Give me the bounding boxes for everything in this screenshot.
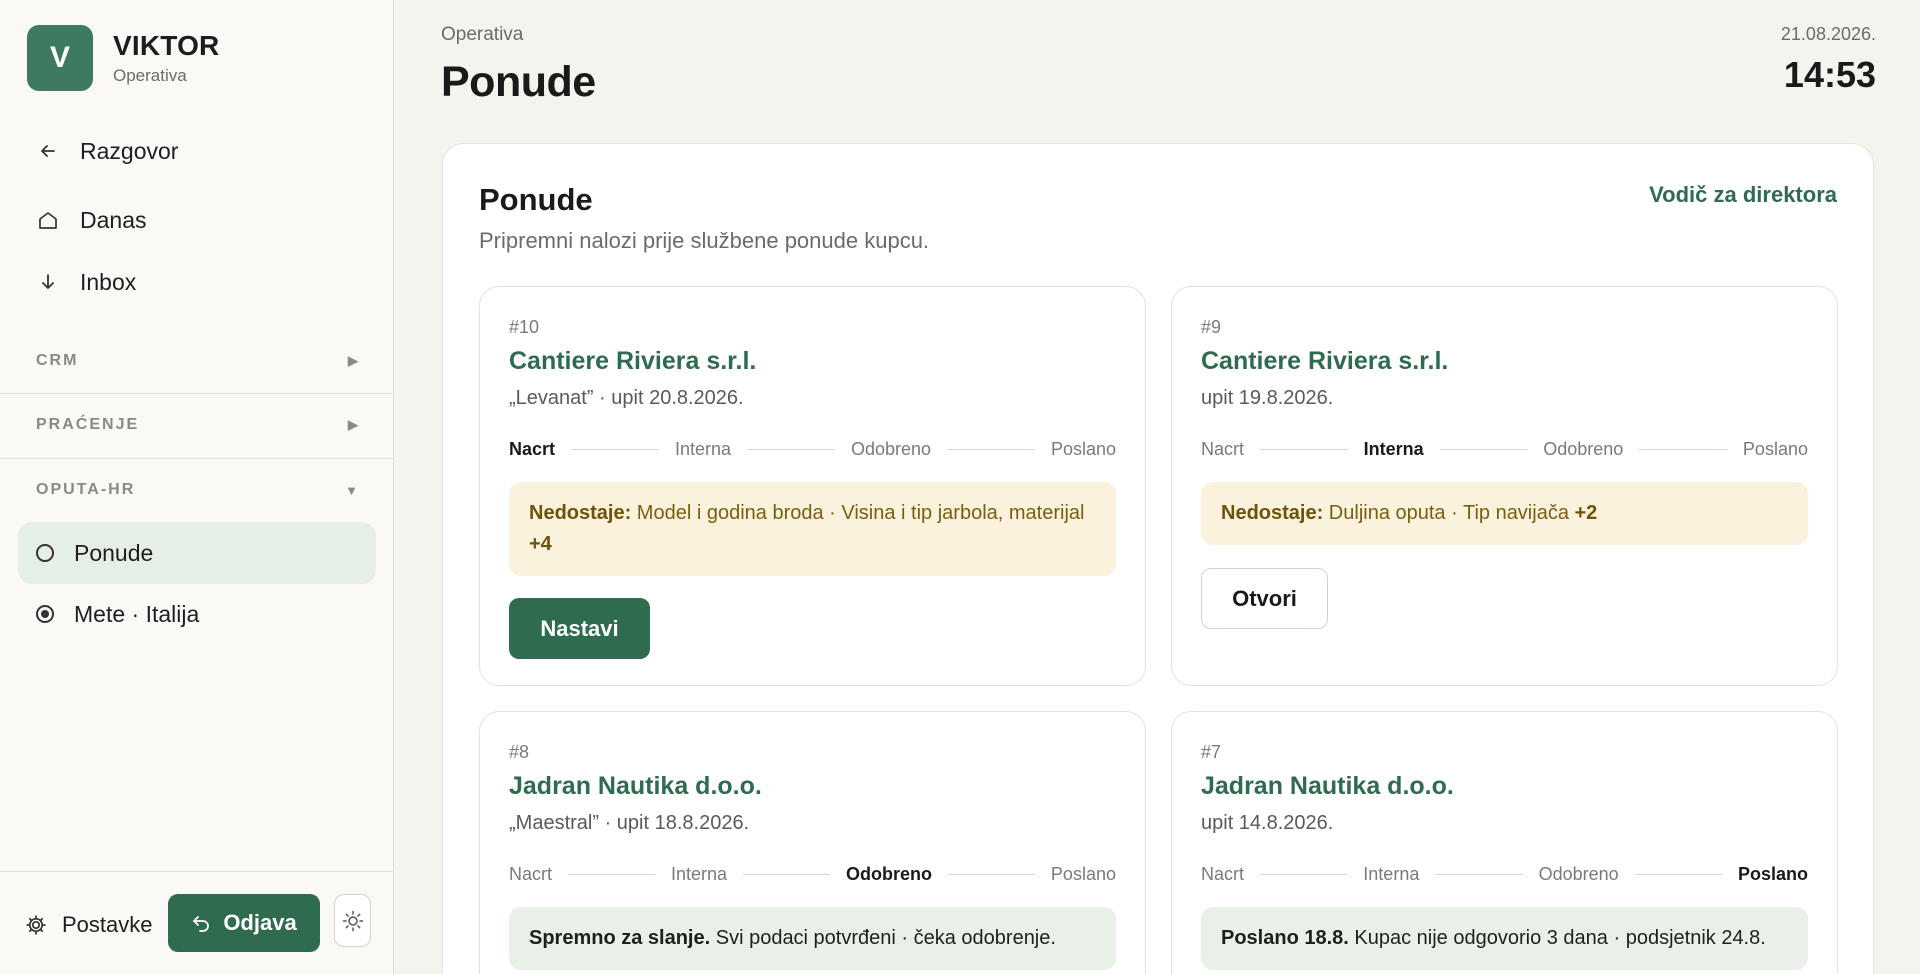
step-nacrt: Nacrt: [509, 438, 556, 459]
step-poslano: Poslano: [1737, 863, 1808, 884]
offer-number: #9: [1201, 317, 1222, 337]
status-stepper: Nacrt Interna Odobreno Poslano: [509, 862, 1116, 886]
status-stepper: Nacrt Interna Odobreno Poslano: [1201, 862, 1808, 886]
section-crm[interactable]: CRM ▶: [0, 329, 394, 393]
chevron-right-icon: ▶: [348, 417, 358, 432]
status-stepper: Nacrt Interna Odobreno Poslano: [1201, 437, 1808, 461]
director-guide-link[interactable]: Vodič za direktora: [1649, 182, 1837, 208]
chevron-down-icon: ▼: [345, 482, 358, 498]
note-extra-count: +4: [529, 533, 552, 555]
missing-info-note: Nedostaje: Model i godina broda · Visina…: [509, 482, 1116, 576]
note-label: Nedostaje:: [529, 502, 632, 524]
section-label: OPUTA-HR: [36, 481, 136, 498]
step-poslano: Poslano: [1050, 863, 1116, 884]
offers-panel: Ponude Pripremni nalozi prije službene p…: [442, 143, 1874, 974]
sidebar-item-label: Ponude: [74, 539, 154, 566]
logout-button[interactable]: Odjava: [168, 894, 320, 952]
sidebar-item-label: Mete · Italija: [74, 600, 200, 627]
open-button[interactable]: Otvori: [1201, 568, 1328, 629]
radio-empty-icon: [36, 544, 54, 562]
avatar: V: [27, 25, 93, 91]
sidebar-item-ponude[interactable]: Ponude: [18, 522, 376, 584]
panel-title: Ponude: [479, 182, 593, 217]
current-time: 14:53: [1783, 54, 1876, 95]
note-text: Model i godina broda · Visina i tip jarb…: [631, 502, 1085, 524]
note-label: Nedostaje:: [1221, 502, 1324, 524]
current-date: 21.08.2026.: [1780, 24, 1876, 44]
note-label: Spremno za slanje.: [529, 927, 711, 949]
step-nacrt: Nacrt: [509, 863, 553, 884]
step-odobreno: Odobreno: [1543, 438, 1624, 459]
sidebar: V VIKTOR Operativa Razgovor Danas Inbox …: [0, 0, 394, 974]
sidebar-item-mete-italija[interactable]: Mete · Italija: [18, 583, 376, 645]
step-odobreno: Odobreno: [845, 863, 932, 884]
offer-card[interactable]: #9 Cantiere Riviera s.r.l. upit 19.8.202…: [1171, 286, 1838, 686]
step-interna: Interna: [1363, 863, 1420, 884]
gear-icon: [24, 913, 48, 937]
note-text: Kupac nije odgovorio 3 dana · podsjetnik…: [1348, 927, 1766, 949]
logout-label: Odjava: [223, 910, 297, 935]
note-label: Poslano 18.8.: [1221, 927, 1349, 949]
settings-button[interactable]: Postavke: [24, 900, 153, 950]
client-name[interactable]: Jadran Nautika d.o.o.: [509, 772, 762, 801]
offer-card[interactable]: #7 Jadran Nautika d.o.o. upit 14.8.2026.…: [1171, 711, 1838, 974]
step-odobreno: Odobreno: [850, 438, 932, 459]
offer-card[interactable]: #8 Jadran Nautika d.o.o. „Maestral” · up…: [479, 711, 1146, 974]
nav-item-danas[interactable]: Danas: [0, 195, 394, 245]
home-icon: [36, 208, 60, 232]
step-interna: Interna: [674, 438, 732, 459]
breadcrumb: Operativa: [441, 24, 524, 45]
note-text: Duljina oputa · Tip navijača: [1323, 502, 1575, 524]
status-stepper: Nacrt Interna Odobreno Poslano: [509, 437, 1116, 461]
step-nacrt: Nacrt: [1201, 863, 1245, 884]
step-poslano: Poslano: [1742, 438, 1808, 459]
brand-name: VIKTOR: [113, 30, 220, 61]
note-text: Svi podaci potvrđeni · čeka odobrenje.: [710, 927, 1056, 949]
offer-number: #8: [509, 742, 530, 762]
panel-subtitle: Pripremni nalozi prije službene ponude k…: [479, 228, 930, 253]
page-title: Ponude: [441, 58, 596, 106]
nav-item-razgovor[interactable]: Razgovor: [0, 126, 394, 176]
offer-meta: „Maestral” · upit 18.8.2026.: [509, 812, 750, 834]
continue-button[interactable]: Nastavi: [509, 598, 650, 659]
step-odobreno: Odobreno: [1538, 863, 1619, 884]
note-extra-count: +2: [1574, 502, 1598, 524]
offer-card[interactable]: #10 Cantiere Riviera s.r.l. „Levanat” · …: [479, 286, 1146, 686]
sun-icon: [342, 910, 364, 932]
brand-subtitle: Operativa: [113, 66, 187, 85]
chevron-right-icon: ▶: [348, 353, 358, 368]
step-poslano: Poslano: [1050, 438, 1117, 459]
offer-meta: upit 14.8.2026.: [1201, 812, 1334, 834]
client-name[interactable]: Cantiere Riviera s.r.l.: [1201, 347, 1448, 376]
brand: V VIKTOR Operativa: [27, 25, 219, 91]
nav-item-inbox[interactable]: Inbox: [0, 257, 394, 307]
section-pracenje[interactable]: PRAĆENJE ▶: [0, 393, 394, 457]
offer-number: #7: [1201, 742, 1222, 762]
nav-label: Razgovor: [80, 137, 179, 164]
client-name[interactable]: Cantiere Riviera s.r.l.: [509, 347, 756, 376]
missing-info-note: Nedostaje: Duljina oputa · Tip navijača …: [1201, 482, 1808, 545]
divider: [0, 871, 394, 872]
arrow-left-icon: [36, 139, 60, 163]
settings-label: Postavke: [62, 912, 153, 937]
arrow-down-icon: [36, 270, 60, 294]
step-nacrt: Nacrt: [1201, 438, 1245, 459]
nav-label: Inbox: [80, 268, 137, 295]
offer-number: #10: [509, 317, 540, 337]
section-label: PRAĆENJE: [36, 416, 140, 433]
offer-meta: „Levanat” · upit 20.8.2026.: [509, 387, 744, 409]
client-name[interactable]: Jadran Nautika d.o.o.: [1201, 772, 1454, 801]
radio-filled-icon: [36, 605, 54, 623]
step-interna: Interna: [1363, 438, 1424, 459]
step-interna: Interna: [670, 863, 728, 884]
theme-toggle-button[interactable]: [334, 894, 371, 947]
nav-label: Danas: [80, 206, 147, 233]
undo-icon: [191, 913, 211, 933]
section-oputa-hr[interactable]: OPUTA-HR ▼: [0, 458, 394, 522]
offer-meta: upit 19.8.2026.: [1201, 387, 1334, 409]
status-note: Spremno za slanje. Svi podaci potvrđeni …: [509, 907, 1116, 970]
status-note: Poslano 18.8. Kupac nije odgovorio 3 dan…: [1201, 907, 1808, 970]
section-label: CRM: [36, 352, 79, 369]
